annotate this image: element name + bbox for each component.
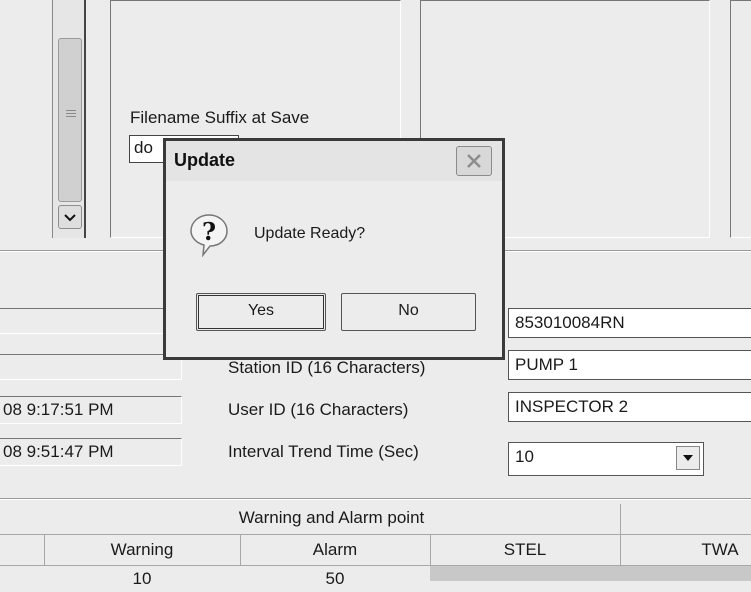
serial-field-left (0, 308, 182, 334)
dialog-title-bar[interactable]: Update (166, 141, 502, 181)
user-id-label: User ID (16 Characters) (228, 400, 409, 419)
scrollbar-grip-icon (66, 110, 76, 119)
user-id-input[interactable]: INSPECTOR 2 (508, 392, 751, 422)
interval-trend-label: Interval Trend Time (Sec) (228, 442, 419, 461)
start-time-field: 08 9:17:51 PM (0, 396, 182, 424)
column-header-warning[interactable]: Warning (44, 536, 240, 566)
filename-suffix-label: Filename Suffix at Save (130, 108, 310, 127)
close-icon (467, 154, 481, 168)
serial-number-input[interactable]: 853010084RN (508, 308, 751, 338)
column-divider (620, 535, 621, 565)
table-divider (0, 498, 751, 500)
warning-alarm-group-header: Warning and Alarm point (238, 508, 425, 527)
dialog-close-button[interactable] (456, 146, 492, 176)
update-dialog: Update ? Update Ready? Yes No (163, 138, 505, 360)
end-time-field: 08 9:51:47 PM (0, 438, 182, 466)
column-header-alarm[interactable]: Alarm (240, 536, 430, 566)
station-field-left (0, 354, 182, 380)
chevron-down-icon (64, 214, 76, 222)
no-button[interactable]: No (341, 293, 476, 331)
question-icon: ? (189, 213, 229, 258)
settings-group-box-right (730, 0, 751, 238)
column-header-stel[interactable]: STEL (430, 536, 620, 566)
yes-button[interactable]: Yes (196, 293, 326, 331)
dropdown-arrow-icon (683, 455, 693, 461)
interval-trend-select[interactable]: 10 (508, 442, 704, 476)
station-id-input[interactable]: PUMP 1 (508, 350, 751, 380)
warning-value-cell[interactable]: 10 (44, 566, 240, 588)
table-cell-disabled (430, 566, 751, 581)
dialog-title: Update (174, 150, 236, 170)
dialog-message: Update Ready? (254, 225, 366, 242)
scrollbar-thumb[interactable] (58, 38, 82, 202)
svg-text:?: ? (202, 217, 216, 246)
column-divider (620, 504, 621, 534)
station-id-label: Station ID (16 Characters) (228, 358, 426, 377)
interval-dropdown-button[interactable] (676, 446, 700, 470)
column-header-twa[interactable]: TWA (660, 536, 751, 566)
alarm-value-cell[interactable]: 50 (240, 566, 430, 588)
scroll-down-button[interactable] (58, 205, 82, 229)
header-divider (0, 534, 751, 535)
